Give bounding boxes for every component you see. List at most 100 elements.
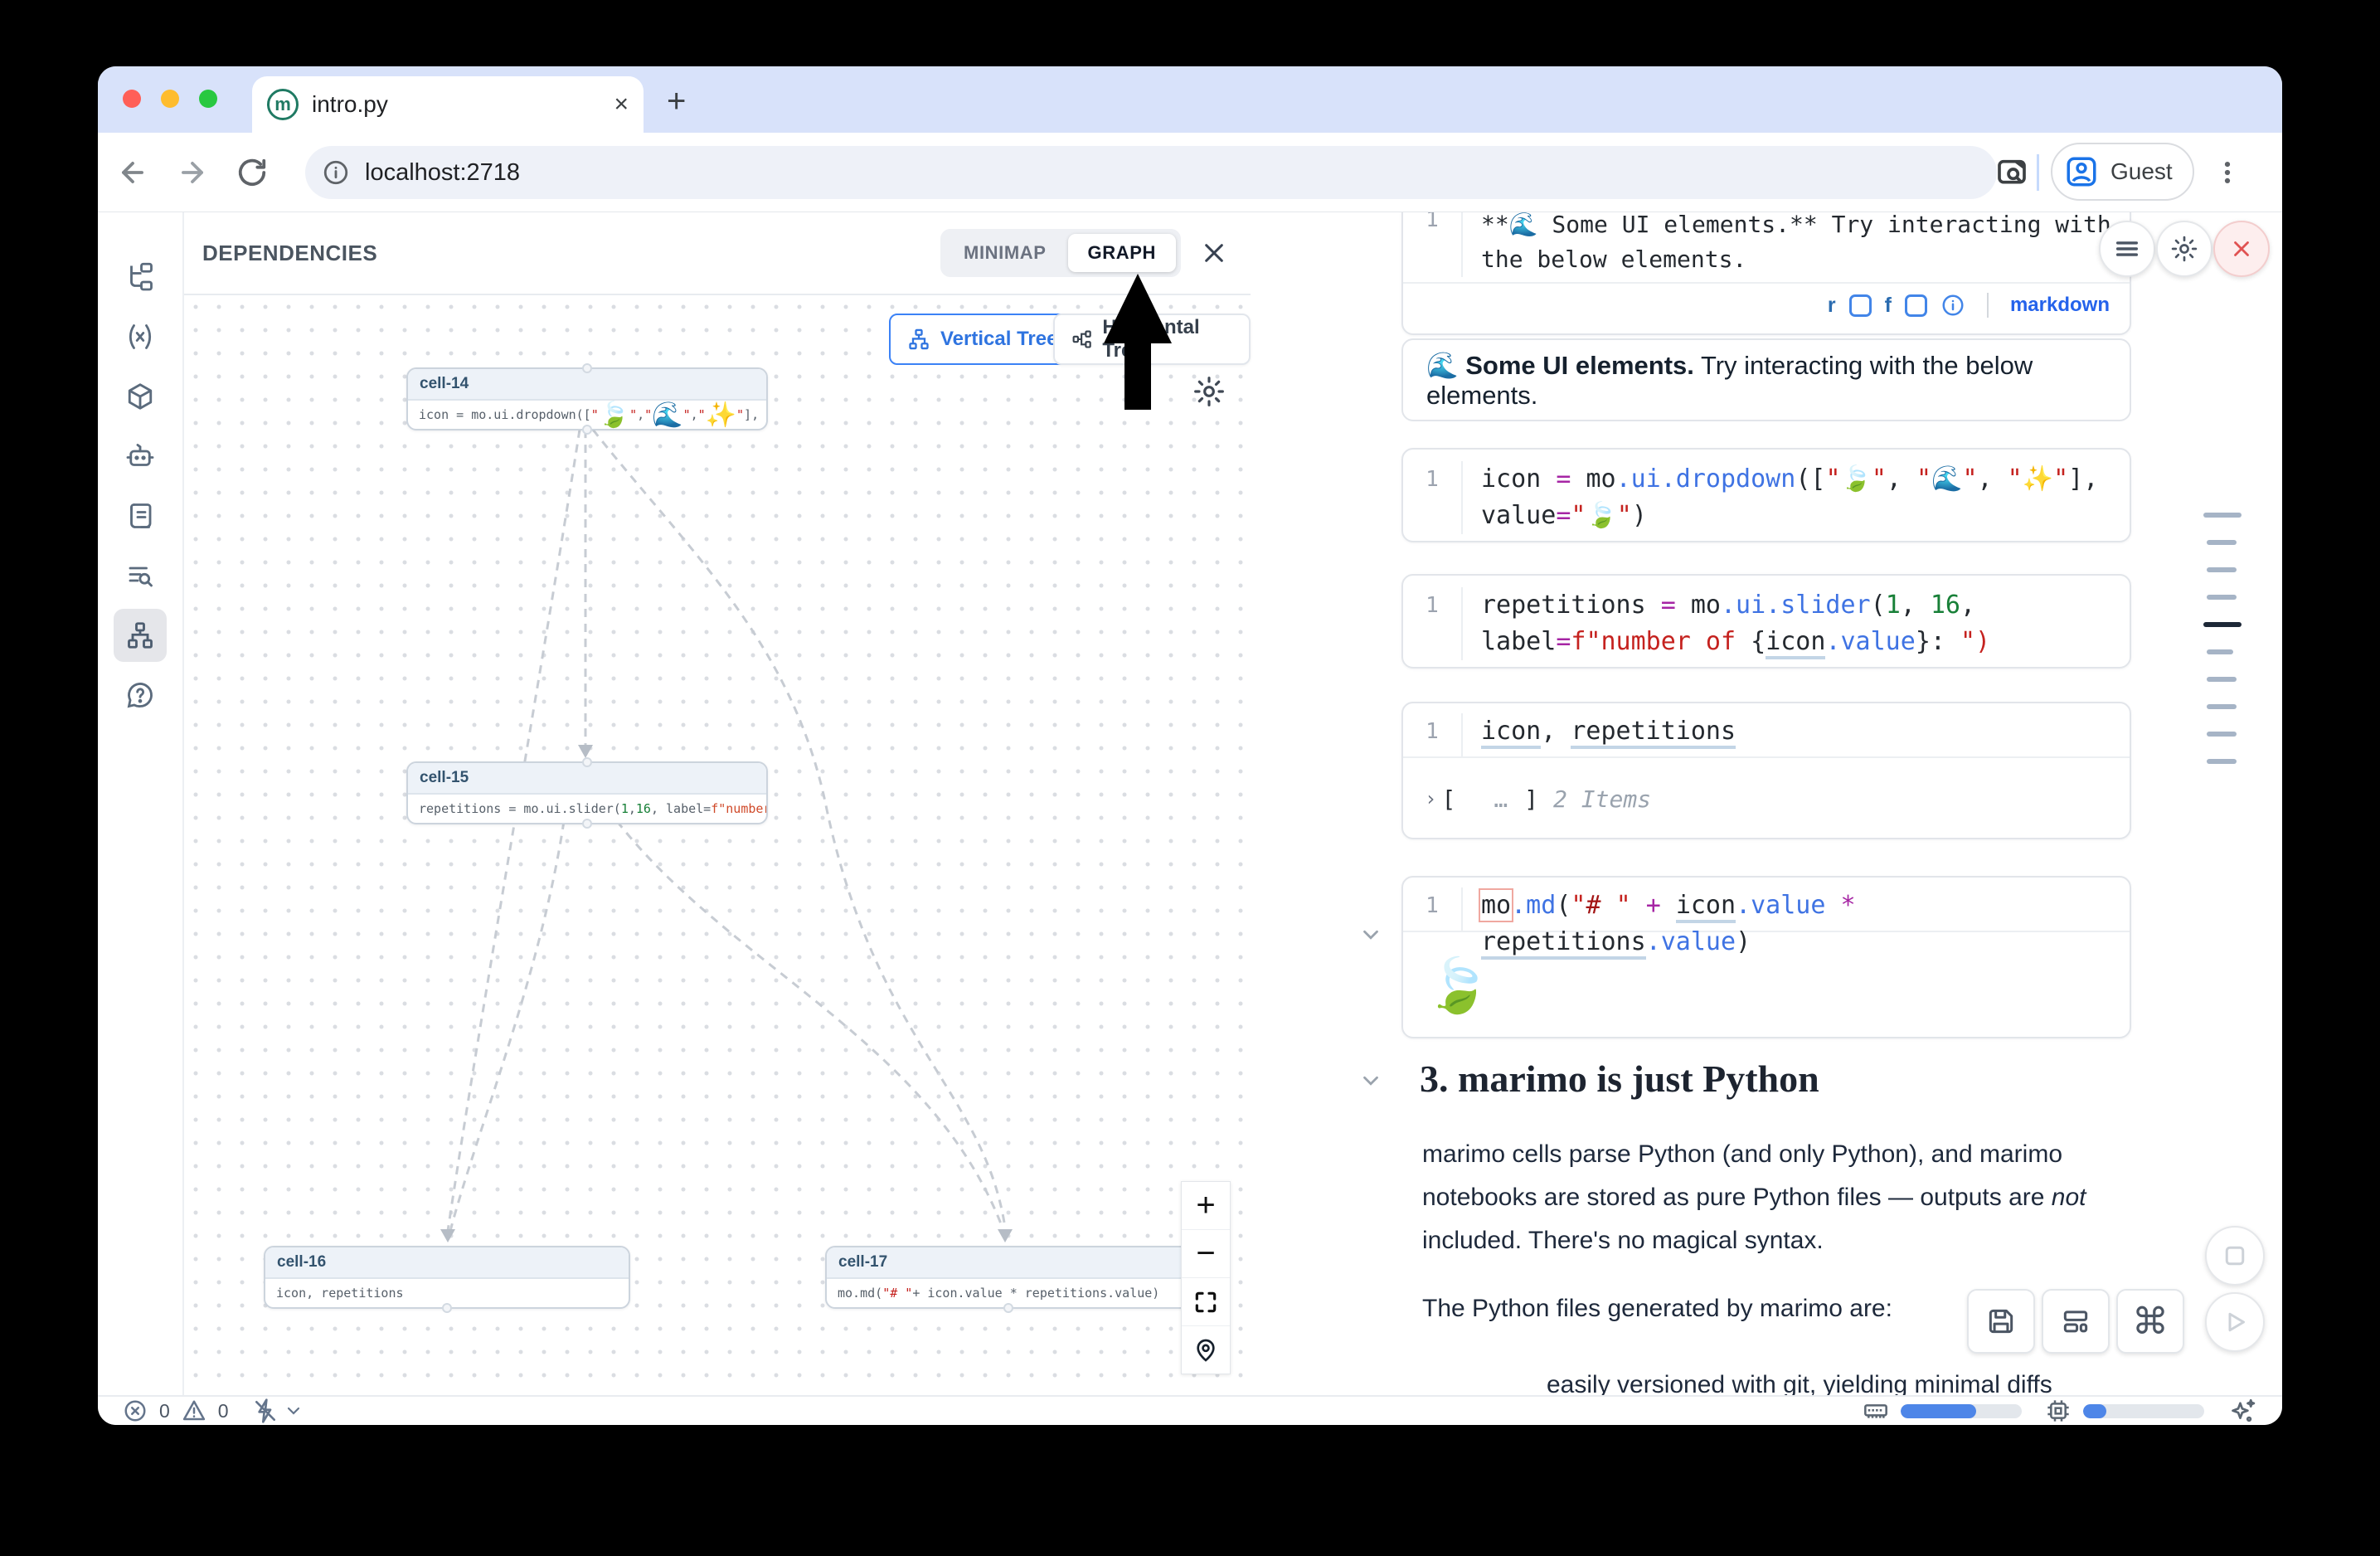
- fit-view-button[interactable]: [1182, 1278, 1230, 1326]
- new-tab-button[interactable]: +: [667, 85, 686, 118]
- run-button[interactable]: [2205, 1292, 2265, 1352]
- window-minimize-button[interactable]: [161, 90, 179, 108]
- minimap-line[interactable]: [2203, 513, 2242, 518]
- node-handle-top: [582, 757, 592, 767]
- sidebar-item-dependencies[interactable]: [114, 609, 167, 662]
- clipped-list-item: easily versioned with git, yielding mini…: [1547, 1364, 2052, 1395]
- stop-square-icon: [2220, 1241, 2250, 1271]
- panel-close-icon[interactable]: [1201, 240, 1227, 266]
- minimap-line[interactable]: [2207, 540, 2237, 545]
- f-checkbox[interactable]: [1905, 294, 1927, 317]
- reactive-ref-label: r: [1828, 294, 1836, 318]
- error-count: 0: [159, 1400, 170, 1422]
- window-zoom-button[interactable]: [199, 90, 217, 108]
- code-cell-tuple[interactable]: 1 icon, repetitions › [ … ] 2 Items: [1401, 702, 2131, 839]
- code-cell-dropdown[interactable]: 1 icon = mo.ui.dropdown(["🍃", "🌊", "✨"],…: [1401, 448, 2131, 542]
- leaf-emoji-output: 🍃: [1425, 955, 1491, 1017]
- sidebar-item-file-explorer[interactable]: [114, 250, 167, 304]
- sidebar-item-variables[interactable]: [114, 310, 167, 363]
- forward-icon[interactable]: [174, 154, 211, 191]
- save-button[interactable]: [1967, 1289, 2035, 1354]
- stop-button[interactable]: [2205, 1226, 2265, 1286]
- gear-icon: [2170, 235, 2198, 263]
- tuple-output[interactable]: › [ … ] 2 Items: [1403, 756, 2130, 839]
- dependency-graph-canvas[interactable]: Vertical Tree Horizontal Tree cell-14 ic…: [184, 295, 1251, 1395]
- dependency-graph-icon: [125, 620, 155, 650]
- paragraph-line: included. There's no magical syntax.: [1422, 1219, 2135, 1262]
- ram-usage-bar: [1901, 1404, 2022, 1418]
- view-toggle: MINIMAP GRAPH: [940, 229, 1181, 277]
- dependencies-panel-header: DEPENDENCIES MINIMAP GRAPH: [184, 212, 1251, 295]
- minimap-line[interactable]: [2207, 759, 2237, 764]
- vertical-tree-button[interactable]: Vertical Tree: [889, 314, 1076, 365]
- package-icon: [125, 382, 155, 411]
- minimap-line[interactable]: [2207, 732, 2237, 737]
- sidebar-item-packages[interactable]: [114, 370, 167, 423]
- address-bar[interactable]: localhost:2718: [305, 146, 1997, 199]
- save-icon: [1985, 1306, 2017, 1337]
- autorun-toggle[interactable]: [252, 1398, 304, 1424]
- line-number: 1: [1403, 713, 1463, 756]
- site-info-icon[interactable]: [322, 158, 350, 187]
- expand-chevron[interactable]: ›: [1425, 787, 1436, 810]
- sidebar-item-logs[interactable]: [114, 489, 167, 542]
- notebook-menu-button[interactable]: [2099, 221, 2155, 277]
- graph-node-cell-16[interactable]: cell-16 icon, repetitions: [264, 1246, 630, 1309]
- minimap-line[interactable]: [2207, 704, 2237, 709]
- browser-menu-icon[interactable]: [2209, 154, 2246, 191]
- command-palette-button[interactable]: ⌘: [2116, 1289, 2184, 1354]
- line-number: 1: [1403, 212, 1463, 277]
- sidebar-item-ai-assistant[interactable]: [114, 430, 167, 483]
- robot-icon: [125, 441, 155, 471]
- search-tabs-icon[interactable]: [1994, 154, 2030, 191]
- panel-title: DEPENDENCIES: [202, 241, 940, 266]
- lock-viewport-button[interactable]: [1182, 1326, 1230, 1374]
- graph-node-cell-17[interactable]: cell-17 mo.md("# " + icon.value * repeti…: [825, 1246, 1192, 1309]
- node-handle-top: [582, 363, 592, 373]
- tab-close-icon[interactable]: ×: [614, 92, 629, 117]
- notebook-settings-button[interactable]: [2156, 221, 2212, 277]
- annotation-arrow-stem: [1124, 342, 1151, 410]
- collapse-output-chevron[interactable]: [1358, 922, 1383, 947]
- info-icon[interactable]: [1940, 293, 1965, 318]
- cpu-usage-bar: [2083, 1404, 2204, 1418]
- minimap-line[interactable]: [2207, 567, 2237, 572]
- errors-icon[interactable]: [123, 1398, 148, 1423]
- back-icon[interactable]: [114, 154, 151, 191]
- shutdown-button[interactable]: [2213, 221, 2270, 277]
- profile-button[interactable]: Guest: [2051, 143, 2194, 201]
- code-cell-slider[interactable]: 1 repetitions = mo.ui.slider(1, 16, labe…: [1401, 574, 2131, 669]
- r-checkbox[interactable]: [1849, 294, 1872, 317]
- collapse-section-chevron[interactable]: [1358, 1068, 1383, 1093]
- node-handle-bottom: [442, 1303, 452, 1313]
- zoom-in-button[interactable]: +: [1182, 1182, 1230, 1230]
- browser-tab[interactable]: m intro.py ×: [252, 76, 644, 133]
- reload-icon[interactable]: [234, 154, 270, 191]
- sidebar-item-snippets[interactable]: [114, 549, 167, 602]
- browser-toolbar: localhost:2718 Guest: [98, 133, 2282, 212]
- close-icon: [2229, 236, 2254, 261]
- warnings-icon[interactable]: [182, 1398, 206, 1423]
- marimo-favicon: m: [267, 89, 299, 120]
- minimap-tab[interactable]: MINIMAP: [945, 234, 1065, 272]
- node-handle-bottom: [1003, 1303, 1013, 1313]
- graph-tab[interactable]: GRAPH: [1068, 234, 1176, 272]
- variables-icon: [125, 322, 155, 352]
- minimap-line-active[interactable]: [2203, 622, 2242, 627]
- graph-node-cell-14[interactable]: cell-14 icon = mo.ui.dropdown(["🍃", "🌊",…: [406, 367, 768, 430]
- markdown-cell-editor[interactable]: 1 **🌊 Some UI elements.** Try interactin…: [1401, 212, 2131, 335]
- window-close-button[interactable]: [123, 90, 141, 108]
- minimap-line[interactable]: [2207, 595, 2237, 600]
- graph-node-cell-15[interactable]: cell-15 repetitions = mo.ui.slider(1, 16…: [406, 761, 768, 824]
- minimap-line[interactable]: [2207, 649, 2233, 654]
- code-cell-mo-md[interactable]: 1 mo.md("# " + icon.value * repetitions.…: [1401, 876, 2131, 1038]
- graph-settings-icon[interactable]: [1192, 375, 1226, 408]
- language-label[interactable]: markdown: [2010, 294, 2110, 317]
- layout-toggle-button[interactable]: [2042, 1289, 2110, 1354]
- minimap-line[interactable]: [2207, 677, 2237, 682]
- zoom-out-button[interactable]: −: [1182, 1230, 1230, 1278]
- node-title: cell-15: [408, 763, 766, 795]
- ai-sparkle-icon[interactable]: [2229, 1397, 2257, 1425]
- markdown-source-line-2: the below elements.: [1481, 242, 2111, 277]
- sidebar-item-help[interactable]: [114, 669, 167, 722]
